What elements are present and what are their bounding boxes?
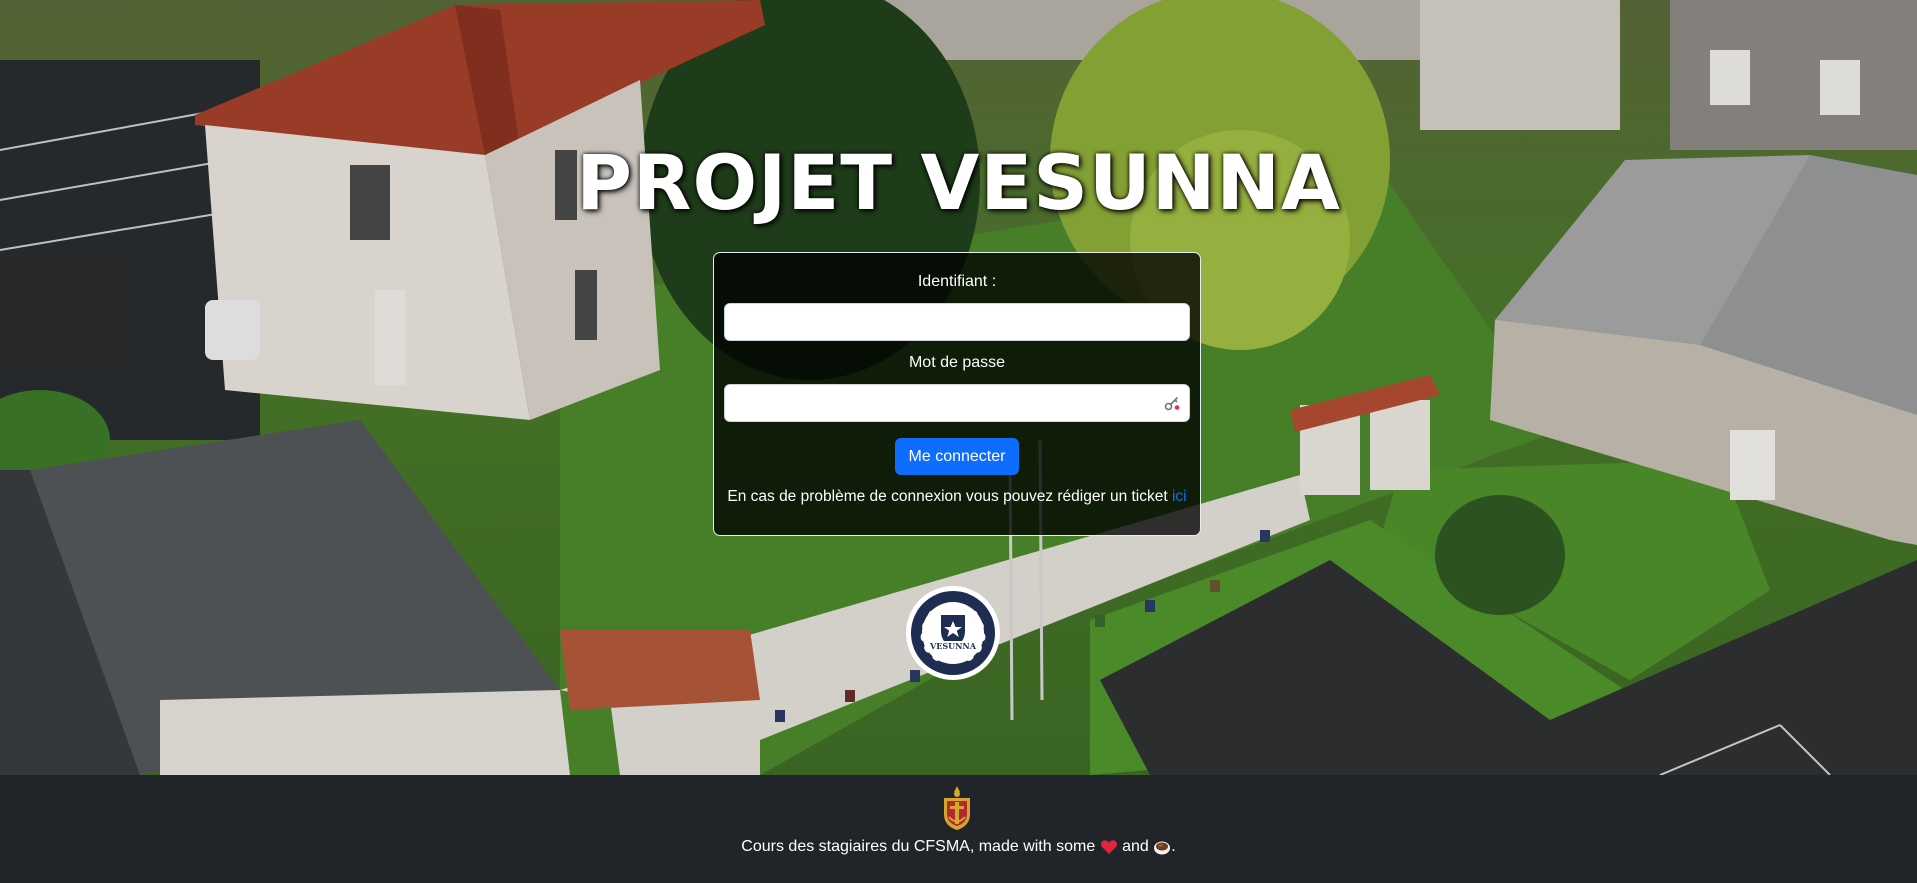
coffee-icon [1154,841,1171,855]
username-input-wrapper [724,303,1190,341]
password-label: Mot de passe [908,354,1006,371]
help-text: En cas de problème de connexion vous pou… [724,487,1190,507]
footer-text-middle: and [1117,838,1154,855]
username-label: Identifiant : [917,273,997,290]
login-form: Identifiant : Mot de passe Me connecter … [713,252,1201,536]
vesunna-emblem-logo: VESUNNA [906,586,1000,680]
footer: Cours des stagiaires du CFSMA, made with… [0,775,1917,883]
username-input[interactable] [724,303,1190,341]
footer-text: Cours des stagiaires du CFSMA, made with… [0,836,1917,858]
footer-text-start: Cours des stagiaires du CFSMA, made with… [741,838,1100,855]
help-text-label: En cas de problème de connexion vous pou… [727,488,1172,505]
footer-text-end: . [1171,838,1176,855]
password-input[interactable] [724,384,1190,422]
ticket-link[interactable]: ici [1172,488,1187,505]
password-manager-key-icon[interactable] [1164,395,1180,411]
page-title: PROJET VESUNNA [576,138,1341,227]
emblem-text: VESUNNA [929,641,977,651]
password-input-wrapper [724,384,1190,422]
login-submit-button[interactable]: Me connecter [894,438,1020,475]
cfsma-crest-icon [944,786,970,830]
heart-icon [1100,839,1117,854]
